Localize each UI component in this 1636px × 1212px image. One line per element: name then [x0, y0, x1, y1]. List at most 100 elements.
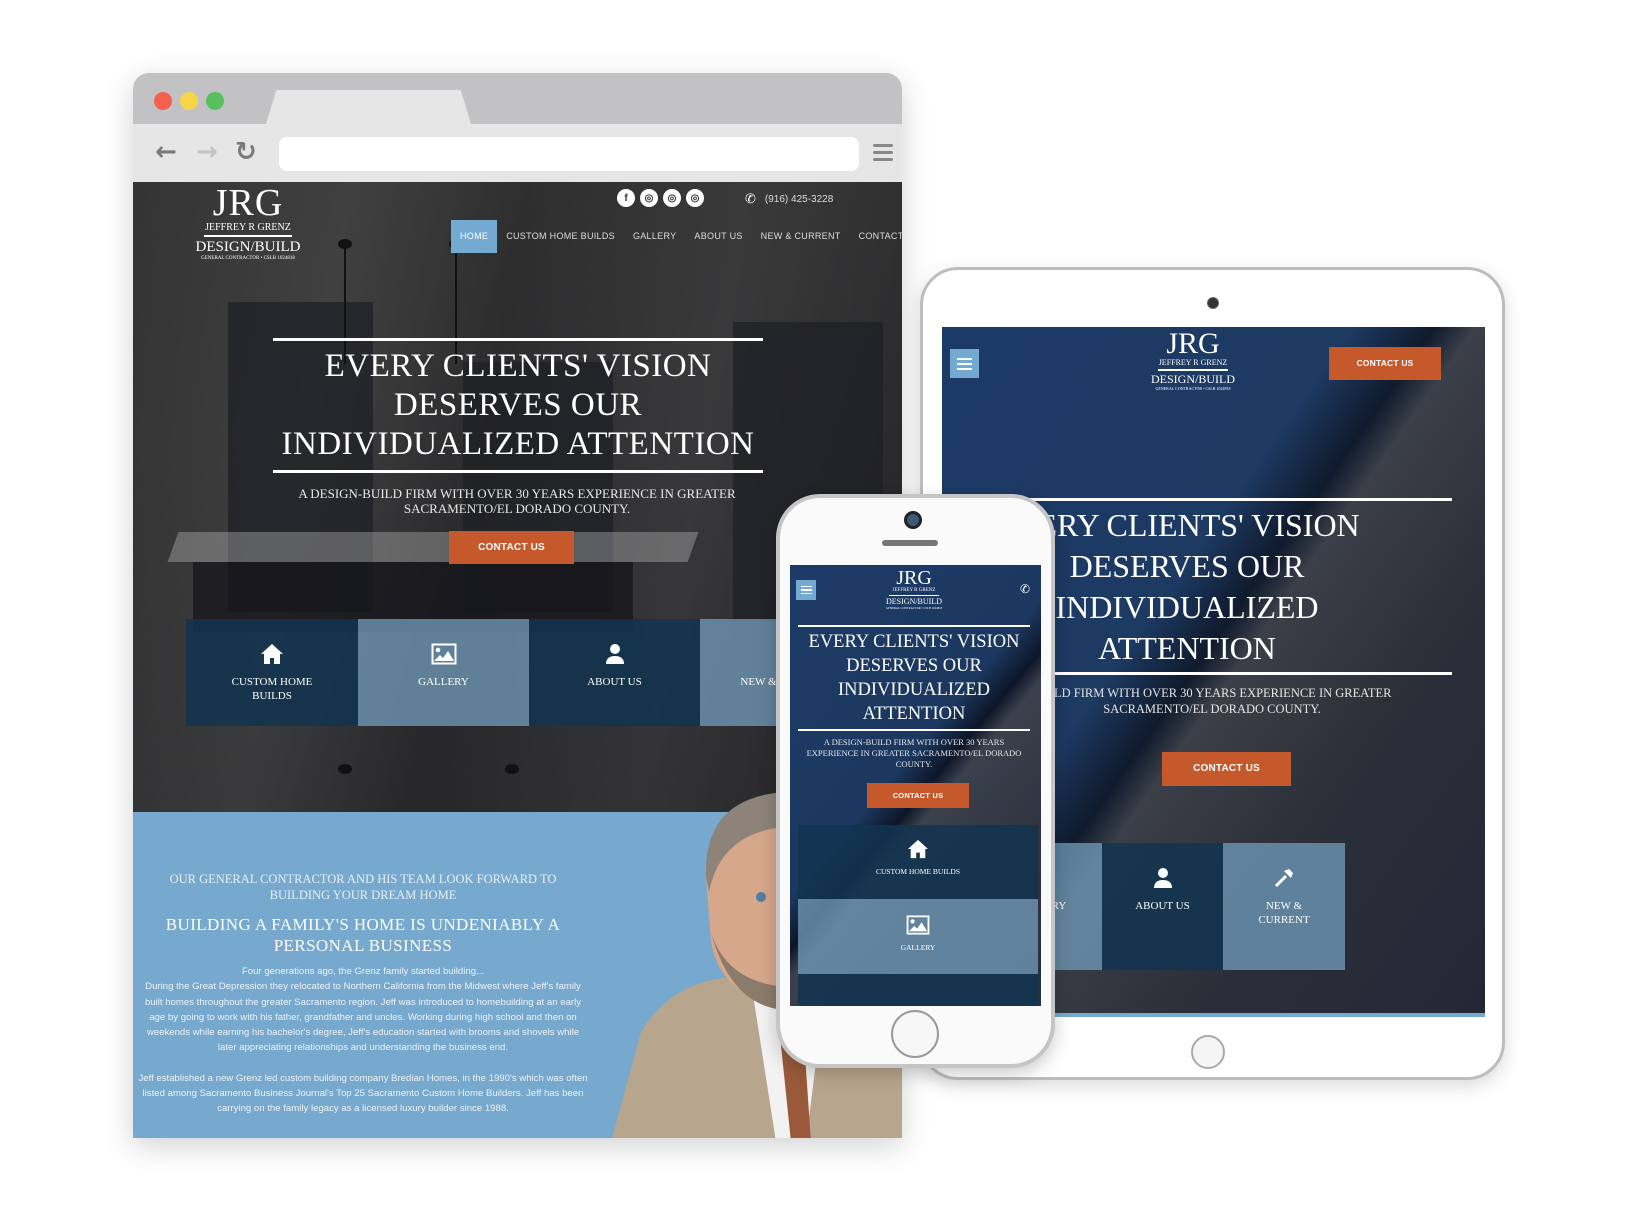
main-nav: HOME CUSTOM HOME BUILDS GALLERY ABOUT US… — [451, 220, 902, 253]
hero-headline: EVERY CLIENTS' VISION DESERVES OUR INDIV… — [281, 348, 755, 462]
nav-home[interactable]: HOME — [451, 220, 498, 253]
logo-monogram: JRG — [1166, 327, 1220, 360]
headline-rule-bottom — [1002, 672, 1452, 675]
tile-label: CUSTOM HOME BUILDS — [875, 867, 961, 876]
headline-rule-top — [1002, 498, 1452, 501]
hero-subline: A DESIGN-BUILD FIRM WITH OVER 30 YEARS E… — [298, 486, 736, 516]
back-arrow-icon[interactable]: ← — [155, 138, 177, 166]
phone-number[interactable]: (916) 425-3228 — [765, 194, 833, 205]
kitchen-island-shape — [167, 532, 699, 562]
logo-divider — [204, 235, 292, 237]
reload-icon[interactable]: ↻ — [235, 138, 257, 166]
logo-name: JEFFREY R GRENZ — [205, 222, 291, 233]
pendant-light — [505, 764, 519, 774]
tile-label: NEW & CURRENT — [1258, 900, 1310, 926]
pendant-light — [338, 764, 352, 774]
nav-new-current[interactable]: NEW & CURRENT — [752, 220, 850, 253]
phone-speaker — [882, 540, 938, 546]
instagram-icon[interactable]: ◎ — [686, 189, 704, 207]
tile-label: GALLERY — [900, 943, 936, 952]
contact-us-button[interactable]: CONTACT US — [449, 531, 574, 564]
about-paragraph: Four generations ago, the Grenz family s… — [138, 964, 588, 1056]
home-icon — [907, 839, 929, 859]
logo-tagline: DESIGN/BUILD — [195, 239, 301, 255]
phone-contact-us-button[interactable]: CONTACT US — [867, 783, 969, 808]
nav-gallery[interactable]: GALLERY — [624, 220, 685, 253]
address-bar[interactable] — [279, 137, 859, 171]
tile-label: ABOUT US — [1135, 900, 1190, 912]
logo-name: JEFFREY R GRENZ — [1158, 358, 1228, 367]
tablet-hero-subline: BUILD FIRM WITH OVER 30 YEARS EXPERIENCE… — [1032, 686, 1392, 716]
nav-contact[interactable]: CONTACT — [850, 220, 902, 253]
hammer-icon — [1273, 865, 1295, 891]
tablet-header-contact-button[interactable]: CONTACT US — [1329, 347, 1441, 380]
tile-custom-home-builds[interactable]: CUSTOM HOME BUILDS — [186, 619, 358, 726]
tile-about-us[interactable]: ABOUT US — [1102, 843, 1223, 970]
phone-mockup: JRG JEFFREY R GRENZ DESIGN/BUILD GENERAL… — [776, 494, 1055, 1068]
image-icon — [431, 641, 457, 667]
tile-partial — [798, 974, 1038, 1006]
headline-rule-bottom — [798, 729, 1030, 731]
hamburger-menu-icon[interactable] — [950, 349, 979, 378]
instagram-icon[interactable]: ◎ — [663, 189, 681, 207]
tile-label: GALLERY — [418, 676, 469, 688]
header-phone[interactable]: ✆ (916) 425-3228 — [745, 191, 833, 207]
logo-tagline: DESIGN/BUILD — [1151, 372, 1235, 386]
home-icon — [260, 641, 284, 667]
social-links: f ◎ ◎ ◎ — [617, 189, 704, 207]
tile-about-us[interactable]: ABOUT US — [529, 619, 700, 726]
headline-rule-bottom — [273, 470, 763, 473]
logo-name: JEFFREY R GRENZ — [892, 588, 936, 593]
image-icon — [906, 915, 930, 935]
nav-custom-home-builds[interactable]: CUSTOM HOME BUILDS — [497, 220, 624, 253]
hamburger-menu-icon[interactable] — [796, 580, 816, 600]
phone-website: JRG JEFFREY R GRENZ DESIGN/BUILD GENERAL… — [790, 565, 1041, 1006]
close-window-button[interactable] — [154, 92, 172, 110]
tablet-camera — [1207, 297, 1219, 309]
site-logo[interactable]: JRG JEFFREY R GRENZ DESIGN/BUILD GENERAL… — [188, 184, 308, 262]
about-intro-line: Four generations ago, the Grenz family s… — [241, 966, 485, 977]
about-body: Four generations ago, the Grenz family s… — [138, 964, 588, 1132]
logo-monogram: JRG — [212, 182, 284, 224]
phone-call-icon[interactable]: ✆ — [1020, 582, 1030, 596]
browser-tab-bar — [133, 73, 902, 124]
logo-license: GENERAL CONTRACTOR • CSLB 1024818 — [885, 606, 943, 610]
facebook-icon[interactable]: f — [617, 189, 635, 207]
user-icon — [1153, 865, 1173, 891]
logo-divider — [889, 595, 939, 596]
tile-gallery[interactable]: GALLERY — [358, 619, 529, 726]
tablet-home-button[interactable] — [1191, 1035, 1225, 1069]
browser-menu-icon[interactable] — [873, 144, 893, 162]
tablet-logo[interactable]: JRG JEFFREY R GRENZ DESIGN/BUILD GENERAL… — [1148, 329, 1238, 392]
about-history-text: During the Great Depression they relocat… — [144, 981, 582, 1054]
logo-license: GENERAL CONTRACTOR • CSLB 1024818 — [1155, 386, 1231, 391]
tile-custom-home-builds[interactable]: CUSTOM HOME BUILDS — [798, 825, 1038, 899]
about-paragraph: Jeff established a new Grenz led custom … — [138, 1072, 588, 1115]
user-icon — [605, 641, 625, 667]
tile-label: ABOUT US — [587, 676, 642, 688]
minimize-window-button[interactable] — [180, 92, 198, 110]
phone-logo[interactable]: JRG JEFFREY R GRENZ DESIGN/BUILD GENERAL… — [881, 568, 947, 610]
browser-tab[interactable] — [266, 90, 471, 124]
headline-rule-top — [798, 625, 1030, 627]
tile-label: CUSTOM HOME BUILDS — [231, 676, 313, 702]
phone-hero-headline: EVERY CLIENTS' VISION DESERVES OUR INDIV… — [808, 632, 1020, 724]
logo-divider — [1158, 369, 1228, 371]
about-heading: BUILDING A FAMILY'S HOME IS UNDENIABLY A… — [165, 915, 561, 955]
logo-monogram: JRG — [896, 567, 932, 589]
forward-arrow-icon[interactable]: → — [196, 138, 218, 166]
tile-new-current[interactable]: NEW & CURRENT — [1223, 843, 1345, 970]
about-kicker: OUR GENERAL CONTRACTOR AND HIS TEAM LOOK… — [169, 872, 557, 902]
phone-home-button[interactable] — [891, 1010, 939, 1058]
browser-toolbar: ← → ↻ — [133, 124, 902, 182]
hero-headline-block: EVERY CLIENTS' VISION DESERVES OUR INDIV… — [273, 338, 763, 473]
logo-tagline: DESIGN/BUILD — [886, 597, 942, 606]
logo-license: GENERAL CONTRACTOR • CSLB 1024818 — [201, 256, 295, 261]
instagram-icon[interactable]: ◎ — [640, 189, 658, 207]
phone-icon: ✆ — [745, 191, 756, 206]
phone-hero-subline: A DESIGN-BUILD FIRM WITH OVER 30 YEARS E… — [806, 737, 1022, 769]
tile-gallery[interactable]: GALLERY — [798, 899, 1038, 974]
tablet-contact-us-button[interactable]: CONTACT US — [1162, 752, 1291, 786]
maximize-window-button[interactable] — [206, 92, 224, 110]
nav-about-us[interactable]: ABOUT US — [685, 220, 751, 253]
